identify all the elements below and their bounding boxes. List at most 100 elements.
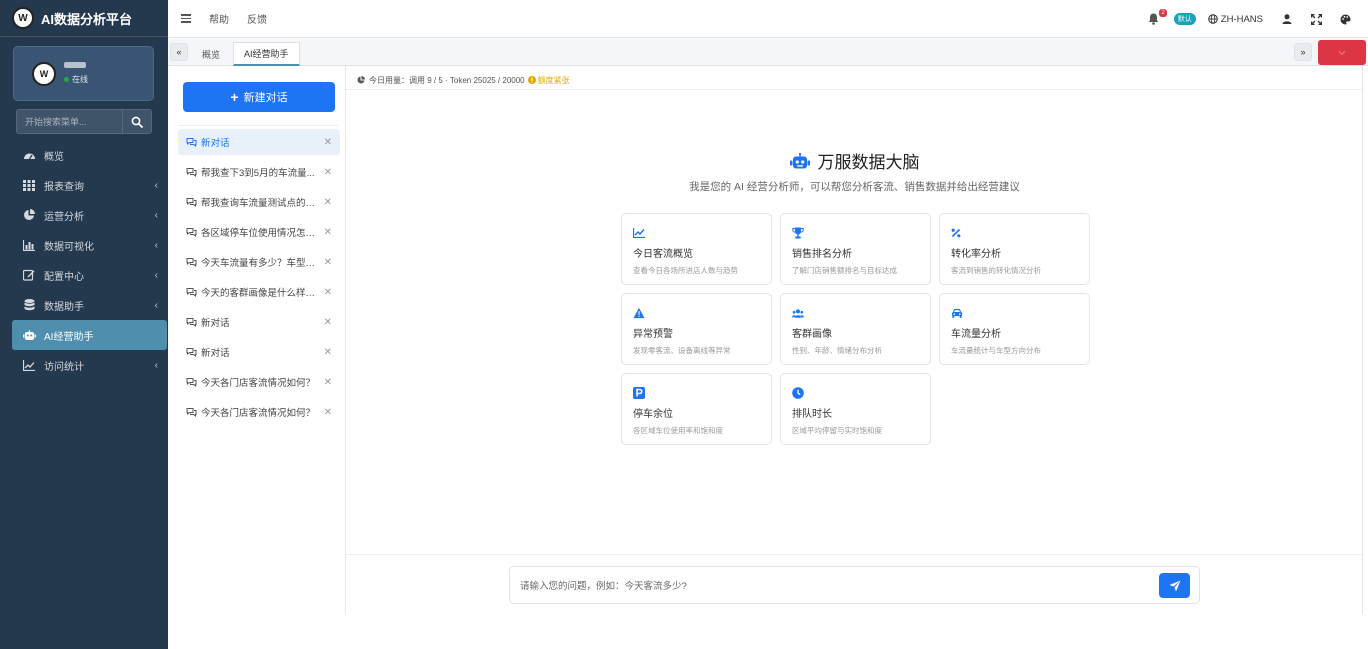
hamburger-menu-icon[interactable] (181, 14, 191, 23)
tab-scroll-right-button[interactable]: » (1294, 43, 1312, 61)
sidebar-item-label: 配置中心 (44, 271, 84, 283)
comments-icon (186, 198, 197, 207)
chat-history-item[interactable]: 今天各门店客流情况如何？ ✕ (178, 399, 340, 425)
chat-history-label: 新对话 (201, 348, 230, 359)
quick-action-card[interactable]: 停车余位 各区域车位使用率和饱和度 (621, 373, 772, 445)
chat-history-item[interactable]: 新对话 ✕ (178, 339, 340, 365)
chat-history-label: 今天各门店客流情况如何？ (201, 408, 316, 419)
fullscreen-button[interactable] (1310, 13, 1322, 25)
tab-label: 概览 (202, 49, 221, 60)
chat-history-item[interactable]: 今天的客群画像是什么样的... ✕ (178, 279, 340, 305)
tab-scroll-left-button[interactable]: « (170, 43, 188, 61)
user-menu-button[interactable] (1281, 13, 1293, 25)
sidebar-item-ai-assistant[interactable]: AI经营助手 (12, 320, 167, 350)
sidebar-search-button[interactable] (122, 109, 152, 134)
sidebar-item-reports[interactable]: 报表查询 ‹ (0, 170, 168, 200)
close-icon[interactable]: ✕ (324, 287, 332, 298)
sidebar-item-visualization[interactable]: 数据可视化 ‹ (0, 230, 168, 260)
tab-ai-assistant[interactable]: AI经营助手 (233, 42, 300, 66)
close-icon[interactable]: ✕ (324, 197, 332, 208)
user-status-label: 在线 (72, 75, 88, 84)
chevron-down-icon (1338, 50, 1346, 55)
send-button[interactable] (1159, 573, 1190, 598)
comments-icon (186, 378, 197, 387)
chat-history-item[interactable]: 帮我查下3到5月的车流量... ✕ (178, 159, 340, 185)
chat-history-item[interactable]: 今天车流量有多少？车型分... ✕ (178, 249, 340, 275)
notifications-button[interactable]: 2 (1148, 9, 1167, 26)
brand[interactable]: W AI数据分析平台 (0, 0, 168, 37)
chat-history-label: 帮我查询车流量测试点的数... (201, 198, 320, 209)
usage-bar: 今日用量：调用 9 / 5 · Token 25025 / 20000 额度紧张 (346, 71, 1363, 90)
comments-icon (186, 228, 197, 237)
card-description: 客流到销售的转化情况分析 (951, 266, 1041, 275)
language-selector[interactable]: ZH-HANS (1207, 13, 1263, 25)
sidebar-item-visit-stats[interactable]: 访问统计 ‹ (0, 350, 168, 380)
search-icon (131, 116, 143, 128)
language-label: ZH-HANS (1220, 13, 1263, 25)
chat-history-item[interactable]: 今天各门店客流情况如何？ ✕ (178, 369, 340, 395)
comments-icon (186, 288, 197, 297)
quick-action-card[interactable]: 客群画像 性别、年龄、情绪分布分析 (780, 293, 931, 365)
chat-history-item[interactable]: 帮我查询车流量测试点的数... ✕ (178, 189, 340, 215)
chat-input[interactable] (520, 577, 1120, 595)
page-title: 万服数据大脑 (346, 148, 1363, 173)
quick-action-card[interactable]: 异常预警 发现零客流、设备离线等异常 (621, 293, 772, 365)
close-tabs-button[interactable] (1318, 40, 1366, 65)
pie-chart-icon (357, 76, 365, 84)
robot-icon (22, 328, 36, 342)
brand-title: AI数据分析平台 (41, 11, 133, 27)
close-icon[interactable]: ✕ (324, 407, 332, 418)
sidebar-item-operations[interactable]: 运营分析 ‹ (0, 200, 168, 230)
theme-button[interactable] (1339, 13, 1351, 25)
chevron-left-icon: ‹ (154, 179, 158, 191)
tab-overview[interactable]: 概览 (192, 42, 230, 66)
sidebar-item-data-assistant[interactable]: 数据助手 ‹ (0, 290, 168, 320)
trophy-icon (792, 227, 804, 239)
sidebar-item-overview[interactable]: 概览 (0, 140, 168, 170)
status-badge[interactable]: 默认 (1173, 13, 1196, 25)
sidebar-item-label: AI经营助手 (44, 331, 94, 343)
user-icon (1282, 14, 1292, 24)
help-link[interactable]: 帮助 (209, 11, 229, 26)
card-title: 停车余位 (633, 409, 673, 420)
quick-action-card[interactable]: 车流量分析 车流量统计与车型方向分布 (939, 293, 1090, 365)
close-icon[interactable]: ✕ (324, 167, 332, 178)
chat-history-item[interactable]: 新对话 ✕ (178, 309, 340, 335)
new-chat-button[interactable]: + 新建对话 (183, 82, 335, 112)
sidebar-nav: 概览 报表查询 ‹ 运营分析 ‹ 数据可视化 ‹ 配置中心 ‹ 数据助手 ‹ A… (0, 140, 168, 380)
sidebar-item-config[interactable]: 配置中心 ‹ (0, 260, 168, 290)
user-panel[interactable]: W 在线 (13, 46, 154, 101)
quick-action-card[interactable]: 销售排名分析 了解门店销售额排名与目标达成 (780, 213, 931, 285)
send-icon (1169, 580, 1180, 591)
chevron-left-icon: ‹ (154, 359, 158, 371)
quick-action-card[interactable]: 今日客流概览 查看今日各场所进店人数与趋势 (621, 213, 772, 285)
sidebar-search-input[interactable] (16, 109, 122, 134)
quick-action-card[interactable]: 转化率分析 客流到销售的转化情况分析 (939, 213, 1090, 285)
expand-icon (1310, 13, 1322, 25)
quota-warning-label: 额度紧张 (537, 75, 570, 85)
quota-warning: 额度紧张 (527, 75, 570, 86)
chat-history-item[interactable]: 新对话 ✕ (178, 129, 340, 155)
edit-icon (22, 268, 36, 282)
close-icon[interactable]: ✕ (324, 137, 332, 148)
comments-icon (186, 138, 197, 147)
comments-icon (186, 408, 197, 417)
close-icon[interactable]: ✕ (324, 257, 332, 268)
top-navbar: 帮助 反馈 2 默认 ZH-HANS (168, 0, 1368, 38)
robot-icon (789, 152, 810, 168)
card-title: 车流量分析 (951, 329, 1001, 340)
tab-bar: « 概览 AI经营助手 » (168, 39, 1368, 66)
close-icon[interactable]: ✕ (324, 317, 332, 328)
chat-input-box (509, 566, 1200, 604)
close-icon[interactable]: ✕ (324, 347, 332, 358)
quick-action-card[interactable]: 排队时长 区域平均停留与实时饱和度 (780, 373, 931, 445)
palette-icon (1340, 14, 1350, 24)
chat-history-panel: + 新建对话 新对话 ✕ 帮我查下3到5月的车流量... ✕ 帮我查询车流量测试点的数.… (168, 66, 346, 614)
chat-history-item[interactable]: 各区域停车位使用情况怎么... ✕ (178, 219, 340, 245)
users-icon (792, 307, 804, 319)
user-status: 在线 (64, 74, 88, 85)
chat-history-label: 新对话 (201, 138, 230, 149)
close-icon[interactable]: ✕ (324, 227, 332, 238)
feedback-link[interactable]: 反馈 (247, 11, 267, 26)
close-icon[interactable]: ✕ (324, 377, 332, 388)
